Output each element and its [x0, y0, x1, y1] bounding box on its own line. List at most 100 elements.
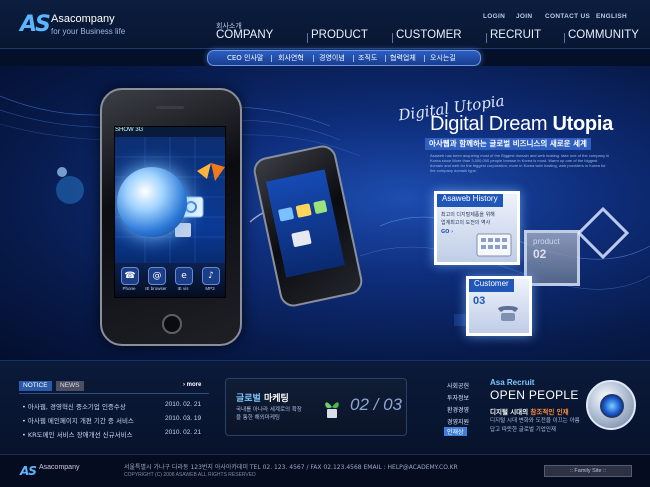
secondary-phone-screen — [265, 169, 345, 278]
hero-title-bold: Utopia — [552, 113, 614, 135]
subnav-ceo[interactable]: CEO 인사말 — [227, 53, 263, 63]
plant-icon — [325, 402, 339, 418]
notice-item-text: 아사웹 메인페이지 개편 기간 중 서비스 — [27, 417, 134, 425]
gnb-divider — [392, 33, 393, 43]
marketing-page-indicator: 02 / 03 — [350, 395, 402, 414]
phone-dock: ☎ Phone @ IE browser e IE vis ♪ MP3 — [115, 263, 225, 297]
subnav-divider — [353, 55, 354, 62]
phone-speaker — [156, 106, 184, 109]
notice-divider — [19, 393, 209, 394]
telephone-icon — [498, 306, 518, 321]
subnav-divider — [385, 55, 386, 62]
hero-title-pre: Digital Dream — [430, 113, 553, 135]
dock-label: IE vis — [177, 286, 189, 291]
product-card-title: product — [533, 237, 560, 246]
history-card-title: Asaweb History — [437, 194, 503, 207]
footer-address: 서울특별시 가나구 다라동 123번지 아사아카데미 TEL 02. 123. … — [124, 464, 458, 471]
page: AS Asacompany for your Business life LOG… — [0, 0, 650, 487]
dock-label: Phone — [122, 286, 136, 291]
product-card-number: 02 — [533, 247, 547, 261]
footer: AS Asacompany 서울특별시 가나구 다라동 123번지 아사아카데미… — [0, 454, 650, 487]
login-link[interactable]: LOGIN — [483, 13, 505, 20]
menu-talent[interactable]: 인재상 — [444, 427, 467, 436]
ie-icon: e — [175, 267, 193, 285]
gnb-company-ko: 회사소개 — [216, 23, 242, 30]
gnb-divider — [307, 33, 308, 43]
history-card-line1: 최고의 디지털제품을 위해 — [441, 212, 495, 218]
footer-copyright: COPYRIGHT (C) 2008 ASAWEB ALL RIGHTS RES… — [124, 472, 256, 478]
notice-date: 2010. 02. 21 — [165, 401, 202, 408]
menu-investor-info[interactable]: 투자정보 — [447, 393, 469, 402]
calculator-icon — [476, 233, 512, 257]
logo-name: Asacompany — [51, 13, 115, 25]
history-card[interactable]: Asaweb History 최고의 디지털제품을 위해 업계최고의 도전의 역… — [434, 191, 520, 265]
recruit-headline: 디지털 시대의 참조적인 인재 — [490, 406, 569, 416]
recruit-headline-a: 디지털 시대의 — [490, 408, 531, 416]
footer-logo-name: Asacompany — [39, 464, 80, 471]
notice-date: 2010. 02. 21 — [165, 429, 202, 436]
subnav-divider — [424, 55, 425, 62]
tab-notice[interactable]: NOTICE — [19, 381, 52, 391]
robot-eye — [600, 394, 624, 418]
notice-item-text: 아사웹, 경영혁신 중소기업 인증수상 — [27, 403, 126, 411]
family-site-select[interactable]: :: Family Site :: — [544, 465, 632, 477]
recruit-label: Asa Recruit — [490, 378, 535, 387]
menu-management-support[interactable]: 경영지원 — [447, 417, 469, 426]
browser-icon: @ — [148, 267, 166, 285]
menu-environment[interactable]: 환경경영 — [447, 405, 469, 414]
main-phone-screen: SHOW 3G ☎ Phone @ IE browser e IE vis ♪ … — [114, 126, 226, 298]
phone-home-button — [162, 314, 182, 334]
hero-banner: SHOW 3G ☎ Phone @ IE browser e IE vis ♪ … — [0, 66, 650, 360]
menu-social-contribution[interactable]: 사회공헌 — [447, 381, 469, 390]
product-card[interactable]: product 02 — [524, 230, 580, 286]
hero-description: Asaweb has been acquiring most of the Bi… — [430, 153, 610, 173]
notice-date: 2010. 03. 19 — [165, 415, 202, 422]
notice-item[interactable]: • 아사웹, 경영혁신 중소기업 인증수상 — [22, 401, 126, 411]
notice-item[interactable]: • 아사웹 메인페이지 개편 기간 중 서비스 — [22, 415, 134, 425]
footer-logo-mark: AS — [20, 464, 37, 478]
dock-label: IE browser — [145, 286, 167, 291]
music-icon: ♪ — [202, 267, 220, 285]
gnb-divider — [564, 33, 565, 43]
notice-item[interactable]: • KR도메인 서비스 장애개선 신규서비스 — [22, 429, 133, 439]
gnb-customer[interactable]: CUSTOMER — [396, 29, 462, 41]
subnav-divider — [271, 55, 272, 62]
globe-graphic — [117, 167, 187, 237]
main-phone-image: SHOW 3G ☎ Phone @ IE browser e IE vis ♪ … — [100, 88, 242, 346]
subnav-directions[interactable]: 오시는길 — [430, 53, 456, 63]
english-link[interactable]: ENGLISH — [596, 13, 627, 20]
gnb-company[interactable]: 회사소개 COMPANY — [216, 23, 273, 41]
gnb-community[interactable]: COMMUNITY — [568, 29, 639, 41]
recruit-title[interactable]: OPEN PEOPLE — [490, 388, 579, 402]
header: AS Asacompany for your Business life LOG… — [0, 0, 650, 49]
dock-label: MP3 — [205, 286, 215, 291]
contact-us-link[interactable]: CONTACT US — [545, 13, 590, 20]
gnb-product[interactable]: PRODUCT — [311, 29, 368, 41]
global-marketing-banner[interactable]: 글로벌 마케팅 국내를 아나라 세계로의 확장을 통한 해외마케팅 02 / 0… — [225, 378, 407, 436]
phone-icon: ☎ — [121, 267, 139, 285]
subnav-philosophy[interactable]: 경영이념 — [319, 53, 345, 63]
customer-card-title: Customer — [469, 279, 514, 292]
notice-item-text: KR도메인 서비스 장애개선 신규서비스 — [27, 431, 133, 439]
subnav-organization[interactable]: 조직도 — [358, 53, 377, 63]
marketing-title-b: 마케팅 — [260, 394, 289, 404]
gnb-divider — [486, 33, 487, 43]
logo-tagline: for your Business life — [51, 27, 126, 36]
marketing-title-a: 글로벌 — [236, 394, 261, 404]
sub-navigation: CEO 인사말 회사연혁 경영이념 조직도 협력업체 오시는길 — [207, 50, 481, 66]
gnb-recruit[interactable]: RECRUIT — [490, 29, 541, 41]
customer-card-number: 03 — [473, 295, 486, 307]
hero-title: Digital Dream Utopia — [430, 113, 613, 136]
tab-news[interactable]: NEWS — [56, 381, 84, 391]
more-link[interactable]: › more — [183, 382, 201, 388]
robot-mascot-icon — [586, 380, 636, 430]
customer-card[interactable]: Customer 03 — [466, 276, 532, 336]
recruit-headline-b: 참조적인 인재 — [530, 408, 569, 416]
history-go-link[interactable]: GO › — [441, 229, 453, 235]
marketing-description: 국내를 아나라 세계로의 확장을 통한 해외마케팅 — [236, 407, 302, 421]
marketing-title: 글로벌 마케팅 — [236, 391, 289, 404]
logo-mark: AS — [20, 12, 51, 37]
join-link[interactable]: JOIN — [516, 13, 532, 20]
subnav-partners[interactable]: 협력업체 — [390, 53, 416, 63]
subnav-history[interactable]: 회사연혁 — [278, 53, 304, 63]
